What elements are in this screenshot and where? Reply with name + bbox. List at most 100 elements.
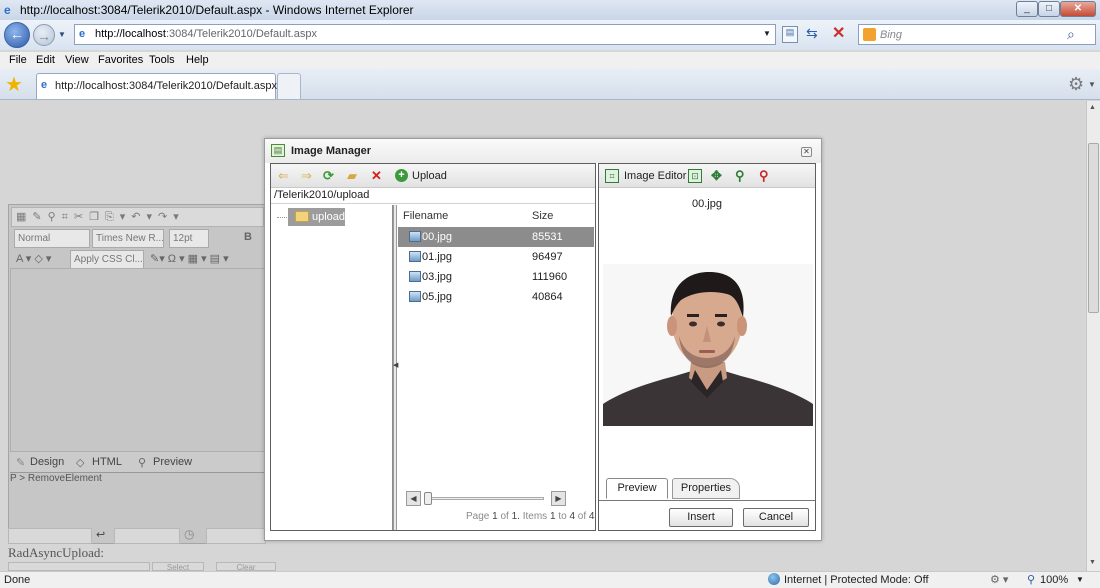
scroll-thumb[interactable] <box>1088 143 1099 313</box>
tab-favicon-icon: e <box>41 79 48 91</box>
tab-properties[interactable]: Properties <box>672 478 740 499</box>
mode-preview[interactable]: Preview <box>153 456 192 468</box>
delete-icon[interactable]: ✕ <box>371 169 382 183</box>
image-editor-icon[interactable]: ⌗ <box>605 169 619 183</box>
tree-folder-upload[interactable]: upload <box>288 208 345 226</box>
scroll-down-icon[interactable]: ▼ <box>1089 559 1096 566</box>
image-file-icon <box>409 231 421 242</box>
file-browser-toolbar: ⇐ ⇒ ⟳ ▰ ✕ + Upload <box>271 164 595 188</box>
preview-image <box>603 264 813 426</box>
file-size: 40864 <box>532 291 563 303</box>
security-zone[interactable]: Internet | Protected Mode: Off <box>784 574 929 586</box>
scroll-left-icon[interactable]: ◀ <box>406 491 421 506</box>
internet-globe-icon <box>768 573 780 585</box>
column-size[interactable]: Size <box>532 210 553 222</box>
new-tab-button[interactable] <box>277 73 301 99</box>
scroll-up-icon[interactable]: ▲ <box>1089 104 1096 111</box>
dialog-header[interactable]: ▤ Image Manager ✕ <box>265 139 821 163</box>
zoom-dropdown-icon[interactable]: ▼ <box>1076 575 1084 584</box>
size-select[interactable]: 12pt <box>169 229 209 248</box>
file-row[interactable]: 05.jpg 40864 <box>398 287 594 307</box>
file-name: 01.jpg <box>422 251 452 263</box>
menu-file[interactable]: File <box>9 54 27 66</box>
search-placeholder: Bing <box>880 29 903 41</box>
dialog-close-button[interactable]: ✕ <box>801 147 812 157</box>
file-row[interactable]: 03.jpg 111960 <box>398 267 594 287</box>
status-bar: Done Internet | Protected Mode: Off ⚙ ▾ … <box>0 571 1100 588</box>
upload-icon[interactable]: + <box>395 169 408 182</box>
zoom-in-icon[interactable]: ⚲ <box>735 169 745 183</box>
close-window-button[interactable]: ✕ <box>1060 1 1096 17</box>
back-arrow-icon[interactable]: ⇐ <box>278 169 289 183</box>
minimize-button[interactable]: _ <box>1016 1 1038 17</box>
menu-favorites[interactable]: Favorites <box>98 54 143 66</box>
image-editor-button[interactable]: Image Editor <box>624 170 686 182</box>
tools-gear-icon[interactable]: ⚙ <box>1068 74 1084 95</box>
format-select[interactable]: Normal <box>14 229 90 248</box>
clear-button[interactable]: Clear <box>216 562 276 571</box>
menu-help[interactable]: Help <box>186 54 209 66</box>
folder-label: upload <box>312 211 346 223</box>
editor-tool-icons[interactable]: ▦✎⚲⌗✂❐⎘▾↶▾↷▾ <box>16 210 185 224</box>
cancel-button[interactable]: Cancel <box>743 508 809 527</box>
hscroll-thumb[interactable] <box>424 492 432 505</box>
file-name: 03.jpg <box>422 271 452 283</box>
upload-input[interactable] <box>8 562 150 571</box>
file-grid-hscroll[interactable]: ◀ ▶ <box>406 491 566 506</box>
forward-button[interactable]: → <box>33 24 55 46</box>
page-scrollbar[interactable]: ▲ ▼ <box>1086 101 1100 571</box>
refresh-icon[interactable]: ⇆ <box>806 25 818 42</box>
pager-info: Page 1 of 1. Items 1 to 4 of 4 <box>466 511 595 522</box>
select-button[interactable]: Select <box>152 562 204 571</box>
html-icon: ◇ <box>76 457 85 469</box>
pane-splitter[interactable]: ◀ <box>393 205 398 530</box>
menu-view[interactable]: View <box>65 54 89 66</box>
ie-logo-icon: e <box>4 3 11 17</box>
file-row[interactable]: 01.jpg 96497 <box>398 247 594 267</box>
insert-button[interactable]: Insert <box>669 508 733 527</box>
hscroll-track[interactable] <box>424 497 544 500</box>
editor-tool-icons-2[interactable]: ✎▾ Ω ▾ ▦ ▾ ▤ ▾ <box>150 252 229 265</box>
zoom-level[interactable]: 100% <box>1040 574 1068 586</box>
new-folder-icon[interactable]: ▰ <box>347 169 357 183</box>
back-button[interactable]: ← <box>4 22 30 48</box>
zoom-out-icon[interactable]: ⚲ <box>759 169 769 183</box>
mode-html[interactable]: HTML <box>92 456 122 468</box>
image-file-icon <box>409 251 421 262</box>
actual-size-icon[interactable]: ✥ <box>711 169 722 183</box>
search-icon[interactable]: ⌕ <box>1067 26 1075 43</box>
refresh-icon[interactable]: ⟳ <box>323 169 334 183</box>
editor-content-area[interactable] <box>10 268 266 452</box>
best-fit-icon[interactable]: ⊡ <box>688 169 702 183</box>
protected-mode-icon[interactable]: ⚙ ▾ <box>990 573 1008 586</box>
collapse-icon[interactable]: ◀ <box>393 361 398 369</box>
font-color-icon[interactable]: A ▾ ◇ ▾ <box>16 252 51 265</box>
file-row[interactable]: 00.jpg 85531 <box>398 227 594 247</box>
history-dropdown-icon[interactable]: ▼ <box>58 30 66 39</box>
maximize-button[interactable]: □ <box>1038 1 1060 17</box>
column-filename[interactable]: Filename <box>403 210 448 222</box>
address-dropdown-icon[interactable]: ▼ <box>763 29 771 38</box>
tools-dropdown-icon[interactable]: ▼ <box>1088 80 1096 89</box>
dialog-title: Image Manager <box>291 145 372 157</box>
bold-icon[interactable]: B <box>244 231 252 243</box>
upload-button[interactable]: Upload <box>412 170 447 182</box>
mode-design[interactable]: Design <box>30 456 64 468</box>
menu-edit[interactable]: Edit <box>36 54 55 66</box>
forward-arrow-icon[interactable]: ⇒ <box>301 169 312 183</box>
compatibility-view-icon[interactable]: ▤ <box>782 26 798 43</box>
stop-icon[interactable]: ✕ <box>832 23 845 43</box>
browser-tab[interactable]: e http://localhost:3084/Telerik2010/Defa… <box>36 73 277 99</box>
file-grid-header: Filename Size <box>398 207 594 225</box>
search-box[interactable]: Bing ⌕ <box>858 24 1096 45</box>
menu-tools[interactable]: Tools <box>149 54 175 66</box>
menu-bar: File Edit View Favorites Tools Help <box>0 52 1100 69</box>
address-bar[interactable]: e http://localhost:3084/Telerik2010/Defa… <box>74 24 776 45</box>
zoom-icon[interactable]: ⚲ <box>1027 573 1035 586</box>
favorites-star-icon[interactable]: ★ <box>5 72 23 97</box>
tab-preview[interactable]: Preview <box>606 478 668 499</box>
font-select[interactable]: Times New R... <box>92 229 164 248</box>
css-class-select[interactable]: Apply CSS Cl... <box>70 250 144 269</box>
scroll-right-icon[interactable]: ▶ <box>551 491 566 506</box>
preview-filename: 00.jpg <box>692 198 722 210</box>
